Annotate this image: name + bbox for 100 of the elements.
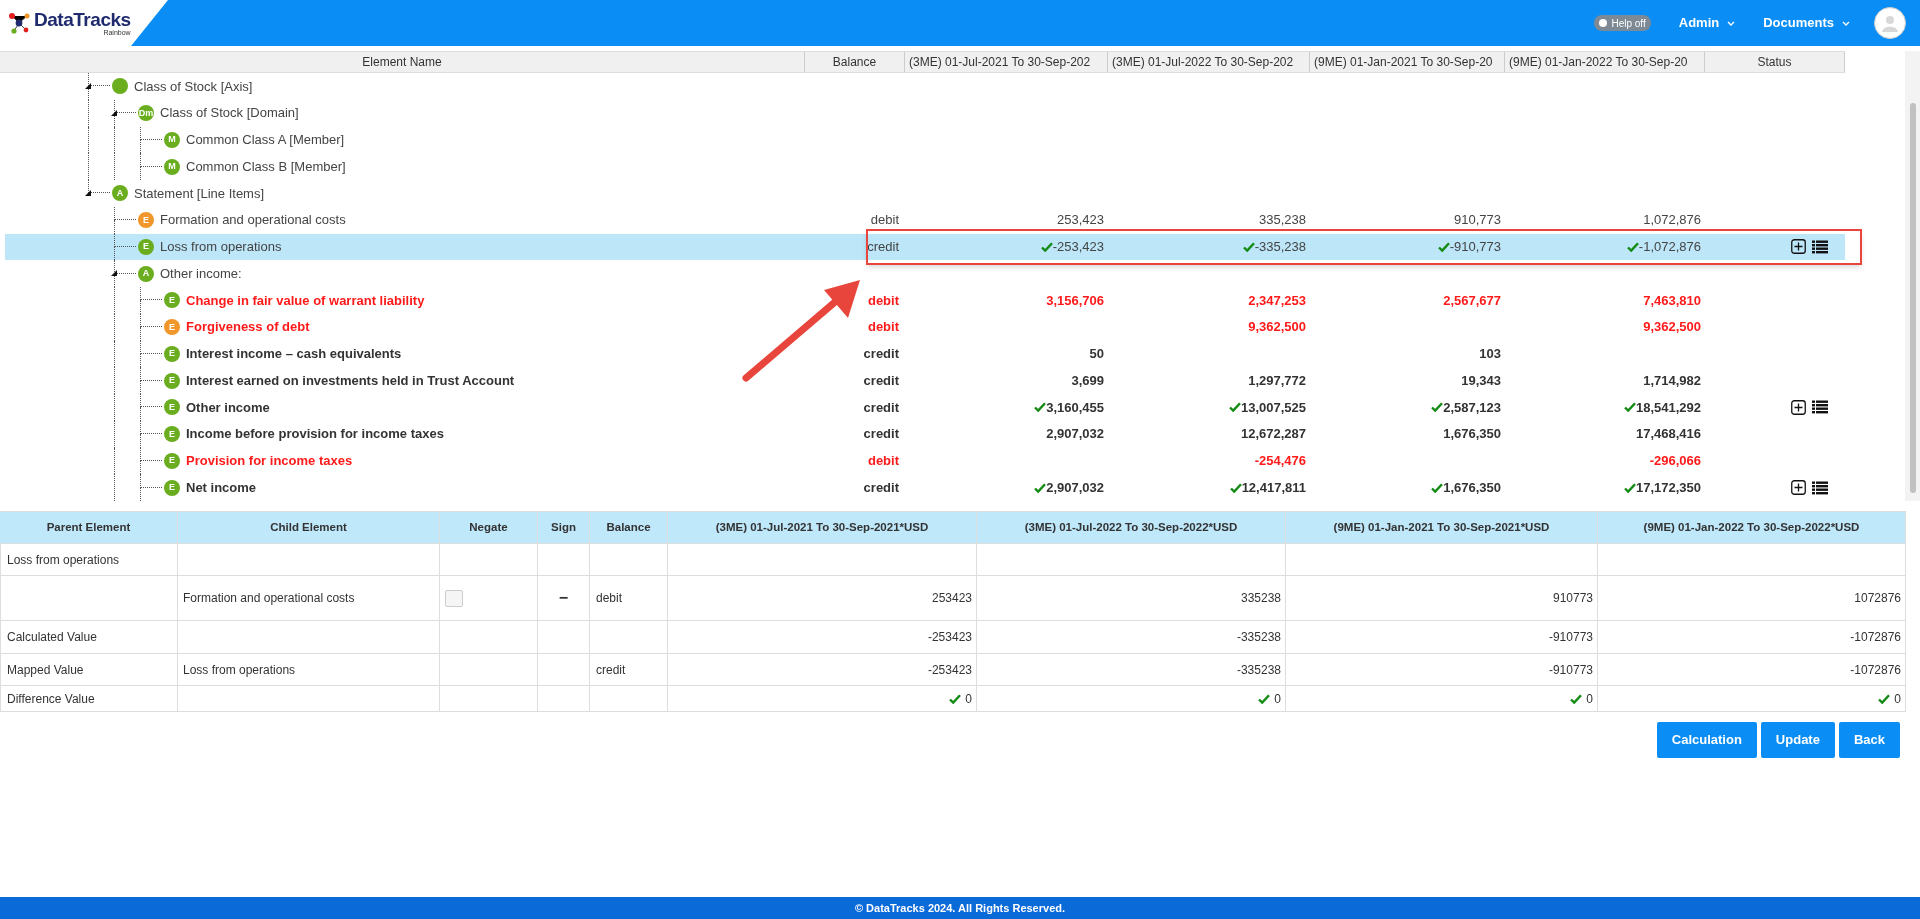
expanded-triangle-icon[interactable] [85,190,91,196]
checkmark-icon [1258,693,1271,704]
column-header: (3ME) 01-Jul-2021 To 30-Sep-202 [905,52,1108,72]
checkmark-icon [1623,482,1636,493]
amount-text: 2,587,123 [1431,397,1501,418]
column-header: (9ME) 01-Jan-2021 To 30-Sep-20 [1310,52,1505,72]
element-name: Class of Stock [Axis] [134,77,253,96]
amount-text: 1,072,876 [1643,211,1701,230]
add-box-icon[interactable] [1791,480,1806,496]
element-name: Other income: [160,264,242,283]
table-cell: Mapped Value [0,654,178,686]
amount-text: 2,347,253 [1248,291,1306,310]
element-name: Other income [186,398,270,417]
amount-text: 17,468,416 [1635,425,1701,444]
element-name: Income before provision for income taxes [186,425,444,444]
expanded-triangle-icon[interactable] [111,109,117,116]
tree-row[interactable]: Class of Stock [Axis] [5,73,1845,100]
negate-checkbox[interactable] [445,589,463,607]
amount-text: -296,066 [1649,452,1701,471]
amount-text: 0 [1570,689,1593,708]
checkmark-icon [1034,402,1047,413]
table-cell: credit [590,654,668,686]
expanded-triangle-icon[interactable] [111,270,117,277]
column-header: (9ME) 01-Jan-2021 To 30-Sep-2021*USD [1286,512,1598,544]
tree-row[interactable]: A Statement [Line Items] [5,180,1845,207]
tree-row[interactable]: E Change in fair value of warrant liability debit 3,156,706 2,347,253 2,567,677 7,463,810 [5,287,1845,314]
logo-wordmark: DataTracks [34,10,131,29]
tree-row[interactable]: E Interest earned on investments held in Trust Account credit 3,699 1,297,772 19,343 1,714,982 [5,367,1845,394]
checkmark-icon [1626,241,1639,252]
column-header: (3ME) 01-Jul-2022 To 30-Sep-2022*USD [977,512,1286,544]
add-box-icon[interactable] [1791,399,1806,415]
amount-text: -910773 [1548,629,1593,646]
tree-row[interactable]: Dm Class of Stock [Domain] [5,99,1845,127]
amount-text: -253423 [927,629,972,646]
tree-row[interactable]: M Common Class B [Member] [5,153,1845,180]
amount-text: 0 [949,689,972,708]
amount-text: 12,417,811 [1229,477,1306,498]
list-icon[interactable] [1812,480,1828,495]
amount-text: 17,172,350 [1623,477,1701,498]
add-box-icon[interactable] [1791,239,1806,255]
amount-text: -910773 [1548,661,1593,679]
copyright-text: © DataTracks 2024. All Rights Reserved. [854,900,1066,916]
tree-row[interactable]: E Income before provision for income taxes credit 2,907,032 12,672,287 1,676,350 17,468,416 [5,420,1845,448]
element-name: Forgiveness of debt [186,318,310,337]
amount-text: -253423 [927,661,972,679]
scrollbar[interactable] [1905,51,1920,501]
column-header: Sign [538,512,590,544]
tree-row[interactable]: E Formation and operational costs debit 253,423 335,238 910,773 1,072,876 [5,206,1845,234]
balance-text: debit [870,211,899,230]
element-name: Net income [186,478,257,497]
help-toggle[interactable]: Help off [1594,15,1651,31]
amount-text: 7,463,810 [1643,291,1701,310]
amount-text: 19,343 [1461,371,1501,390]
element-type-icon: E [138,238,154,255]
amount-text: 2,907,032 [1034,477,1104,498]
amount-text: 253,423 [1057,211,1104,230]
element-type-icon: Dm [138,105,154,122]
amount-text: 3,699 [1071,371,1104,390]
amount-text: 335,238 [1259,211,1306,230]
element-type-icon: E [164,319,180,336]
amount-text: 12,672,287 [1240,425,1306,444]
checkmark-icon [1878,693,1891,704]
column-header: Balance [805,52,905,72]
element-name: Common Class A [Member] [186,131,345,150]
amount-text: -1,072,876 [1626,237,1701,257]
table-cell: Loss from operations [0,544,178,576]
tree-row[interactable]: E Interest income – cash equivalents credit 50 103 [5,340,1845,368]
tree-row[interactable]: M Common Class A [Member] [5,126,1845,154]
amount-text: 0 [1878,689,1901,708]
checkmark-icon [1242,241,1255,252]
amount-text: 0 [1258,689,1281,708]
amount-text: 13,007,525 [1228,397,1306,418]
tree-row[interactable]: E Provision for income taxes debit -254,476 -296,066 [5,447,1845,475]
checkmark-icon [1228,402,1241,413]
list-icon[interactable] [1812,400,1828,415]
table-cell [538,686,590,712]
column-header: Status [1705,52,1845,72]
tree-row[interactable]: E Forgiveness of debt debit 9,362,500 9,362,500 [5,313,1845,341]
table-cell: Formation and operational costs [178,576,440,621]
checkmark-icon [1623,402,1636,413]
column-header: (9ME) 01-Jan-2022 To 30-Sep-20 [1505,52,1705,72]
element-name: Change in fair value of warrant liability [186,291,425,310]
table-cell: Calculated Value [0,621,178,654]
balance-text: credit [863,398,899,417]
caret-icon [1842,20,1850,26]
column-header: Negate [440,512,538,544]
list-icon[interactable] [1812,239,1828,254]
element-type-icon: A [112,185,128,202]
table-cell: debit [590,576,668,621]
amount-text: 253423 [931,590,972,607]
amount-text: 1,676,350 [1431,477,1501,498]
avatar[interactable] [1874,7,1906,39]
column-header: (3ME) 01-Jul-2022 To 30-Sep-202 [1108,52,1310,72]
sign-text: − [558,588,569,608]
tree-row[interactable]: E Other income credit 3,160,455 13,007,525 2,587,123 18,541,292 [5,394,1845,421]
expanded-triangle-icon[interactable] [85,83,91,89]
tree-row[interactable]: A Other income: [5,260,1845,287]
element-type-icon: E [164,399,180,416]
tree-row[interactable]: E Net income credit 2,907,032 12,417,811 1,676,350 17,172,350 [5,474,1845,501]
column-header: (9ME) 01-Jan-2022 To 30-Sep-2022*USD [1598,512,1906,544]
